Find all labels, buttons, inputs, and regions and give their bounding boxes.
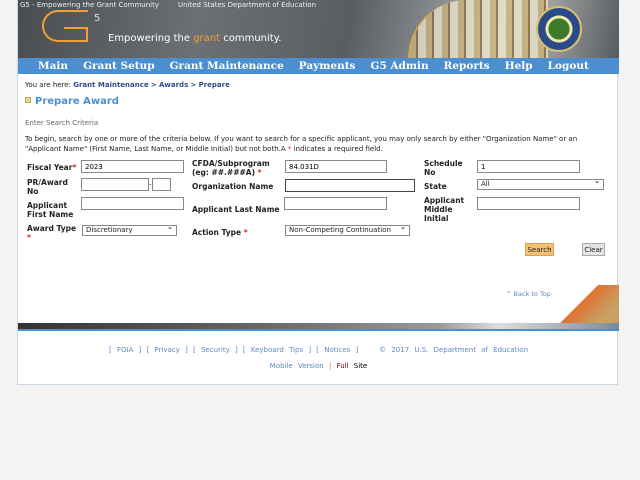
pr-award-label: PR/Award No xyxy=(27,178,68,196)
footer-privacy[interactable]: Privacy xyxy=(154,346,179,354)
full-label: Full xyxy=(336,362,349,370)
footer-foia[interactable]: FOIA xyxy=(117,346,133,354)
g5-logo-alt: G5 - Empowering the Grant Community xyxy=(20,1,160,9)
g5-logo-bar xyxy=(64,27,88,42)
main-nav: Main Grant Setup Grant Maintenance Payme… xyxy=(18,58,619,74)
pr-award-suffix-input[interactable] xyxy=(152,178,171,191)
classroom-image xyxy=(549,285,619,323)
nav-payments[interactable]: Payments xyxy=(299,58,356,74)
pr-award-input[interactable] xyxy=(81,178,149,191)
crumb-grant-maintenance[interactable]: Grant Maintenance xyxy=(73,81,148,89)
org-name-input[interactable] xyxy=(285,179,415,192)
action-type-label: Action Type * xyxy=(192,228,248,237)
g5-superscript: 5 xyxy=(94,13,101,24)
nav-logout[interactable]: Logout xyxy=(548,58,589,74)
org-name-label: Organization Name xyxy=(192,182,274,191)
last-name-label: Applicant Last Name xyxy=(192,205,280,214)
footer-links: [ FOIA ] [ Privacy ] [ Security ] [ Keyb… xyxy=(108,346,529,354)
mobile-version-link[interactable]: Mobile Version xyxy=(270,362,324,370)
ed-logo-alt: United States Department of Education xyxy=(178,1,317,9)
nav-g5-admin[interactable]: G5 Admin xyxy=(370,58,428,74)
clear-button[interactable]: Clear xyxy=(582,243,605,256)
state-label: State xyxy=(424,182,447,191)
middle-initial-label: Applicant Middle Initial xyxy=(424,196,465,223)
footer-notices[interactable]: Notices xyxy=(324,346,350,354)
first-name-input[interactable] xyxy=(81,197,184,210)
nav-grant-setup[interactable]: Grant Setup xyxy=(83,58,155,74)
tagline: Empowering the grant community. xyxy=(108,33,282,44)
state-select[interactable]: All xyxy=(477,177,604,190)
bookshelf-image xyxy=(408,0,548,58)
section-title: Enter Search Criteria xyxy=(25,119,99,127)
cfda-input[interactable] xyxy=(285,160,387,173)
page-icon xyxy=(25,97,31,103)
last-name-input[interactable] xyxy=(284,197,387,210)
page: G5 - Empowering the Grant Community Unit… xyxy=(17,0,619,385)
first-name-label: Applicant First Name xyxy=(27,201,74,219)
fiscal-year-label: Fiscal Year* xyxy=(27,163,77,172)
copyright: © 2017 U.S. Department of Education xyxy=(379,346,529,354)
footer-keyboard-tips[interactable]: Keyboard Tips xyxy=(251,346,303,354)
award-type-select[interactable]: Discretionary xyxy=(82,223,177,236)
nav-reports[interactable]: Reports xyxy=(444,58,490,74)
breadcrumb: You are here: Grant Maintenance > Awards… xyxy=(25,81,230,89)
footer-band xyxy=(18,323,619,331)
crumb-prepare[interactable]: Prepare xyxy=(199,81,230,89)
schedule-no-input[interactable] xyxy=(477,160,580,173)
intro-text: To begin, search by one or more of the c… xyxy=(25,135,578,153)
nav-grant-maintenance[interactable]: Grant Maintenance xyxy=(170,58,284,74)
department-seal-icon xyxy=(536,6,582,52)
page-title: Prepare Award xyxy=(25,96,119,107)
search-button[interactable]: Search xyxy=(525,243,554,256)
middle-initial-input[interactable] xyxy=(477,197,580,210)
cfda-label: CFDA/Subprogram (eg: ##.###A) * xyxy=(192,159,270,177)
action-type-select[interactable]: Non-Competing Continuation xyxy=(285,223,410,236)
site-label: Site xyxy=(353,362,368,370)
footer-security[interactable]: Security xyxy=(201,346,230,354)
nav-help[interactable]: Help xyxy=(505,58,533,74)
back-to-top-link[interactable]: ^ Back to Top xyxy=(506,290,551,298)
fiscal-year-input[interactable] xyxy=(81,160,184,173)
award-type-label: Award Type * xyxy=(27,224,77,242)
footer-version: Mobile Version | Full Site xyxy=(269,362,368,370)
header-banner: G5 - Empowering the Grant Community Unit… xyxy=(18,0,619,58)
crumb-awards[interactable]: Awards xyxy=(159,81,188,89)
nav-main[interactable]: Main xyxy=(38,58,68,74)
schedule-no-label: Schedule No xyxy=(424,159,463,177)
